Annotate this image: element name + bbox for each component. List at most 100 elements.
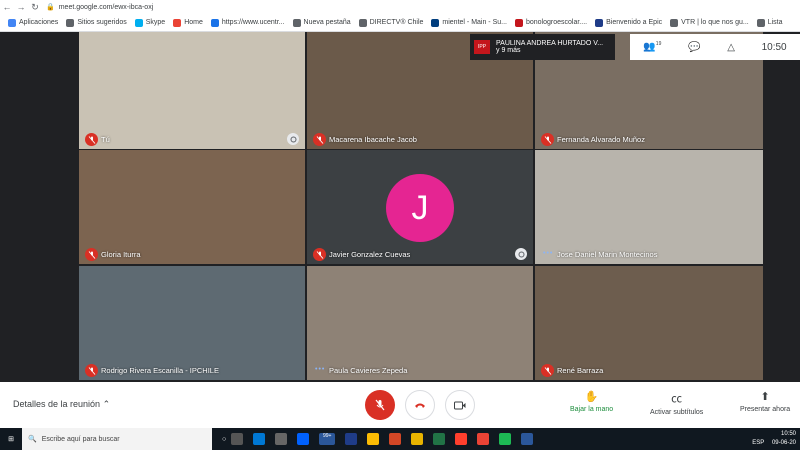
mail-badge[interactable]: 99+: [319, 433, 336, 445]
participant-name: Rodrigo Rivera Escanilla - IPCHILE: [101, 366, 219, 375]
task-view-icon[interactable]: [231, 433, 244, 445]
tile-options-icon[interactable]: [515, 248, 527, 260]
powerpoint-icon[interactable]: [389, 433, 402, 445]
bookmark-item[interactable]: DIRECTV® Chile: [358, 18, 423, 27]
bookmark-item[interactable]: bonologroescolar....: [514, 18, 588, 27]
bookmark-icon: [595, 18, 604, 27]
leave-call-button[interactable]: [405, 390, 435, 420]
microphone-toggle-button[interactable]: [365, 390, 395, 420]
mic-off-icon: [375, 399, 385, 411]
reload-icon[interactable]: ↻: [28, 0, 42, 14]
raise-hand-button[interactable]: ✋ Bajar la mano: [570, 390, 613, 413]
opera-icon[interactable]: [455, 433, 468, 445]
present-icon: ⬆: [760, 391, 770, 403]
participant-name: René Barraza: [557, 366, 604, 375]
participant-tile[interactable]: Gloria Iturra: [79, 150, 305, 264]
participant-tile[interactable]: Tú: [79, 32, 305, 149]
bookmark-icon: [431, 18, 440, 27]
participant-name: Fernanda Alvarado Muñoz: [557, 135, 645, 144]
captions-button[interactable]: ㏄ Activar subtítulos: [650, 390, 703, 416]
presenter-logo: IPP: [474, 40, 490, 54]
folder-icon[interactable]: [411, 433, 424, 445]
participant-name: Macarena Ibacache Jacob: [329, 135, 417, 144]
taskbar-search-input[interactable]: 🔍 Escribe aquí para buscar: [22, 428, 212, 450]
speaking-indicator-icon: •••: [315, 366, 326, 373]
mic-muted-icon: [85, 248, 98, 261]
windows-start-icon[interactable]: ⊞: [0, 428, 22, 450]
hang-up-icon: [415, 403, 425, 408]
captions-label: Activar subtítulos: [650, 409, 704, 416]
bookmark-icon: [210, 18, 219, 27]
presenter-name: PAULINA ANDREA HURTADO V...: [496, 40, 604, 47]
captions-icon: ㏄: [671, 393, 683, 405]
bookmark-item[interactable]: Home: [173, 18, 203, 27]
bookmark-item[interactable]: VTR | lo que nos gu...: [670, 18, 749, 27]
participant-avatar: J: [386, 174, 454, 242]
cortana-icon[interactable]: ○: [222, 436, 226, 443]
chrome-icon[interactable]: [367, 433, 380, 445]
dropbox-icon[interactable]: [297, 433, 310, 445]
bookmark-item[interactable]: Lista: [756, 18, 783, 27]
mic-muted-icon: [85, 133, 98, 146]
participant-name: Jose Daniel Marin Montecinos: [557, 250, 658, 259]
bookmark-icon: [8, 18, 16, 27]
bookmark-item[interactable]: Bienvenido a Epic: [595, 18, 663, 27]
bookmark-item[interactable]: Skype: [134, 18, 166, 27]
meeting-details-button[interactable]: Detalles de la reunión ⌃: [13, 399, 110, 410]
bookmark-label: Aplicaciones: [19, 19, 59, 26]
bookmark-icon: [292, 18, 301, 27]
participant-tile[interactable]: Rodrigo Rivera Escanilla - IPCHILE: [79, 266, 305, 380]
edge-icon[interactable]: [253, 433, 266, 445]
mic-muted-icon: [85, 364, 98, 377]
participant-tile[interactable]: René Barraza: [535, 266, 763, 380]
bookmark-item[interactable]: Nueva pestaña: [292, 18, 351, 27]
bookmark-item[interactable]: Sitios sugeridos: [66, 18, 127, 27]
search-icon: 🔍: [28, 436, 37, 443]
presenter-chip[interactable]: IPP PAULINA ANDREA HURTADO V... y 9 más: [470, 34, 615, 60]
bookmark-label: Lista: [767, 19, 783, 26]
present-label: Presentar ahora: [740, 406, 791, 413]
bookmark-label: Home: [184, 19, 203, 26]
bookmark-icon: [134, 18, 143, 27]
bookmark-label: Bienvenido a Epic: [606, 19, 663, 26]
present-button[interactable]: ⬆ Presentar ahora: [740, 390, 790, 413]
bookmarks-bar: Aplicaciones Sitios sugeridos Skype Home htt…: [0, 14, 800, 32]
os-taskbar: ⊞ 🔍 Escribe aquí para buscar ○ 99+ ESP 1…: [0, 428, 800, 450]
excel-icon[interactable]: [433, 433, 446, 445]
tile-options-icon[interactable]: [287, 133, 299, 145]
presenter-others: y 9 más: [496, 47, 521, 54]
word-icon[interactable]: [521, 433, 534, 445]
participant-name: Tú: [101, 135, 110, 144]
meeting-controls: Detalles de la reunión ⌃ ✋ Bajar la mano …: [0, 382, 800, 428]
meeting-clock: 10:50: [761, 41, 787, 53]
bookmark-label: mientel - Main - Su...: [442, 19, 507, 26]
bookmark-item[interactable]: mientel - Main - Su...: [431, 18, 507, 27]
app-icon[interactable]: [345, 433, 358, 445]
bookmark-label: Skype: [145, 19, 166, 26]
bookmark-item[interactable]: Aplicaciones: [8, 18, 59, 27]
spotify-icon[interactable]: [499, 433, 512, 445]
participant-tile[interactable]: ••• Paula Cavieres Zepeda: [307, 266, 533, 380]
people-button[interactable]: 👥19: [643, 41, 661, 52]
activities-icon[interactable]: △: [727, 42, 735, 53]
chrome-alt-icon[interactable]: [477, 433, 490, 445]
bookmark-icon: [670, 18, 679, 27]
bookmark-item[interactable]: https://www.ucentr...: [210, 18, 285, 27]
camera-toggle-button[interactable]: [445, 390, 475, 420]
tray-date: 09-06-20: [771, 440, 796, 446]
participants-count: 19: [655, 41, 662, 48]
language-indicator[interactable]: ESP: [752, 440, 764, 446]
raise-hand-label: Bajar la mano: [570, 406, 614, 413]
back-icon[interactable]: ←: [0, 0, 14, 14]
bookmark-label: bonologroescolar....: [525, 19, 588, 26]
bookmark-icon: [173, 18, 182, 27]
store-icon[interactable]: [275, 433, 288, 445]
forward-icon[interactable]: →: [14, 0, 28, 14]
participant-tile[interactable]: ••• Jose Daniel Marin Montecinos: [535, 150, 763, 264]
speaking-indicator-icon: •••: [543, 250, 554, 257]
chat-icon[interactable]: 💬: [688, 42, 700, 53]
camera-icon: [454, 401, 466, 409]
url-text[interactable]: meet.google.com/ewx-ibca-oxj: [59, 4, 154, 11]
bookmark-icon: [66, 18, 75, 27]
taskbar-search-placeholder: Escribe aquí para buscar: [41, 435, 120, 443]
